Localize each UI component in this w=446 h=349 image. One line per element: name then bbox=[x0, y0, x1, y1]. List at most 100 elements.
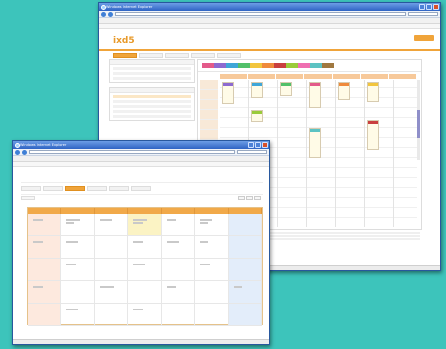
calendar-cell[interactable] bbox=[61, 303, 95, 326]
tab[interactable] bbox=[139, 53, 163, 58]
tab[interactable] bbox=[217, 53, 241, 58]
menu-item[interactable] bbox=[15, 156, 19, 161]
tab[interactable] bbox=[21, 186, 41, 191]
calendar-cell[interactable] bbox=[28, 303, 62, 326]
panel-row[interactable] bbox=[113, 72, 191, 75]
panel-row[interactable] bbox=[113, 105, 191, 108]
view-button[interactable] bbox=[246, 196, 253, 200]
search-input[interactable] bbox=[237, 149, 267, 155]
tab[interactable] bbox=[87, 186, 107, 191]
menu-item[interactable] bbox=[110, 18, 115, 23]
event-block[interactable] bbox=[309, 82, 321, 108]
tab[interactable] bbox=[191, 53, 215, 58]
schedule-scrollbar[interactable] bbox=[417, 80, 420, 160]
calendar-cell[interactable] bbox=[195, 281, 229, 304]
calendar-cell[interactable] bbox=[128, 214, 162, 237]
tab[interactable] bbox=[113, 53, 137, 58]
calendar-cell[interactable] bbox=[61, 281, 95, 304]
calendar-cell[interactable] bbox=[94, 214, 129, 237]
calendar-cell[interactable] bbox=[228, 258, 262, 282]
calendar-cell[interactable] bbox=[161, 281, 196, 304]
calendar-cell[interactable] bbox=[94, 281, 129, 304]
minimize-icon[interactable] bbox=[248, 142, 254, 148]
tab[interactable] bbox=[43, 186, 63, 191]
month-nav[interactable] bbox=[21, 196, 35, 200]
tab[interactable] bbox=[109, 186, 129, 191]
calendar-cell[interactable] bbox=[28, 258, 62, 282]
calendar-cell[interactable] bbox=[195, 303, 229, 326]
close-icon[interactable] bbox=[262, 142, 268, 148]
event-block[interactable] bbox=[251, 82, 263, 98]
calendar-cell[interactable] bbox=[61, 214, 95, 237]
panel-row[interactable] bbox=[113, 77, 191, 80]
forward-icon[interactable] bbox=[22, 149, 27, 155]
panel-row[interactable] bbox=[113, 110, 191, 113]
month-calendar bbox=[27, 207, 263, 326]
close-icon[interactable] bbox=[433, 4, 439, 10]
calendar-cell[interactable] bbox=[228, 303, 262, 326]
menu-item[interactable] bbox=[31, 156, 35, 161]
tab[interactable] bbox=[65, 186, 85, 191]
maximize-icon[interactable] bbox=[255, 142, 261, 148]
menu-item[interactable] bbox=[119, 18, 124, 23]
calendar-cell[interactable] bbox=[195, 236, 229, 259]
calendar-cell[interactable] bbox=[28, 281, 62, 304]
calendar-cell[interactable] bbox=[94, 258, 129, 282]
calendar-cell[interactable] bbox=[195, 258, 229, 282]
menu-item[interactable] bbox=[128, 18, 133, 23]
event-block[interactable] bbox=[251, 110, 263, 122]
back-icon[interactable] bbox=[101, 11, 106, 17]
window-titlebar[interactable]: Windows Internet Explorer bbox=[99, 3, 440, 11]
calendar-cell[interactable] bbox=[128, 281, 162, 304]
tab[interactable] bbox=[165, 53, 189, 58]
forward-icon[interactable] bbox=[108, 11, 113, 17]
calendar-cell[interactable] bbox=[161, 214, 196, 237]
calendar-cell[interactable] bbox=[228, 281, 262, 304]
panel-row[interactable] bbox=[113, 67, 191, 70]
back-icon[interactable] bbox=[15, 149, 20, 155]
panel-row[interactable] bbox=[113, 95, 191, 98]
calendar-cell[interactable] bbox=[161, 303, 196, 326]
event-block[interactable] bbox=[222, 82, 234, 104]
browser-icon bbox=[100, 4, 106, 10]
browser-icon bbox=[14, 142, 20, 148]
calendar-cell[interactable] bbox=[94, 236, 129, 259]
calendar-cell[interactable] bbox=[61, 236, 95, 259]
favorites-bar bbox=[13, 161, 269, 167]
address-input[interactable] bbox=[29, 149, 235, 155]
calendar-cell[interactable] bbox=[128, 236, 162, 259]
view-button[interactable] bbox=[238, 196, 245, 200]
panel-row[interactable] bbox=[113, 115, 191, 118]
tab[interactable] bbox=[131, 186, 151, 191]
minimize-icon[interactable] bbox=[419, 4, 425, 10]
search-input[interactable] bbox=[408, 11, 438, 17]
header-button[interactable] bbox=[414, 35, 434, 41]
menu-item[interactable] bbox=[39, 156, 43, 161]
event-block[interactable] bbox=[309, 128, 321, 158]
status-bar bbox=[13, 339, 269, 344]
menu-item[interactable] bbox=[101, 18, 106, 23]
view-button[interactable] bbox=[254, 196, 261, 200]
event-block[interactable] bbox=[367, 120, 379, 150]
menu-item[interactable] bbox=[23, 156, 27, 161]
maximize-icon[interactable] bbox=[426, 4, 432, 10]
calendar-cell[interactable] bbox=[228, 214, 262, 237]
calendar-cell[interactable] bbox=[128, 303, 162, 326]
event-block[interactable] bbox=[338, 82, 350, 100]
calendar-cell[interactable] bbox=[161, 258, 196, 282]
calendar-cell[interactable] bbox=[228, 236, 262, 259]
event-block[interactable] bbox=[280, 82, 292, 96]
calendar-cell[interactable] bbox=[161, 236, 196, 259]
calendar-cell[interactable] bbox=[28, 236, 62, 259]
address-input[interactable] bbox=[115, 11, 406, 17]
event-block[interactable] bbox=[367, 82, 379, 102]
calendar-cell[interactable] bbox=[128, 258, 162, 282]
sidebar-panel bbox=[109, 87, 195, 121]
browser-window-calendar: Windows Internet Explorer bbox=[12, 140, 270, 345]
panel-row[interactable] bbox=[113, 100, 191, 103]
calendar-cell[interactable] bbox=[28, 214, 62, 237]
window-titlebar[interactable]: Windows Internet Explorer bbox=[13, 141, 269, 149]
calendar-cell[interactable] bbox=[61, 258, 95, 282]
calendar-cell[interactable] bbox=[94, 303, 129, 326]
calendar-cell[interactable] bbox=[195, 214, 229, 237]
